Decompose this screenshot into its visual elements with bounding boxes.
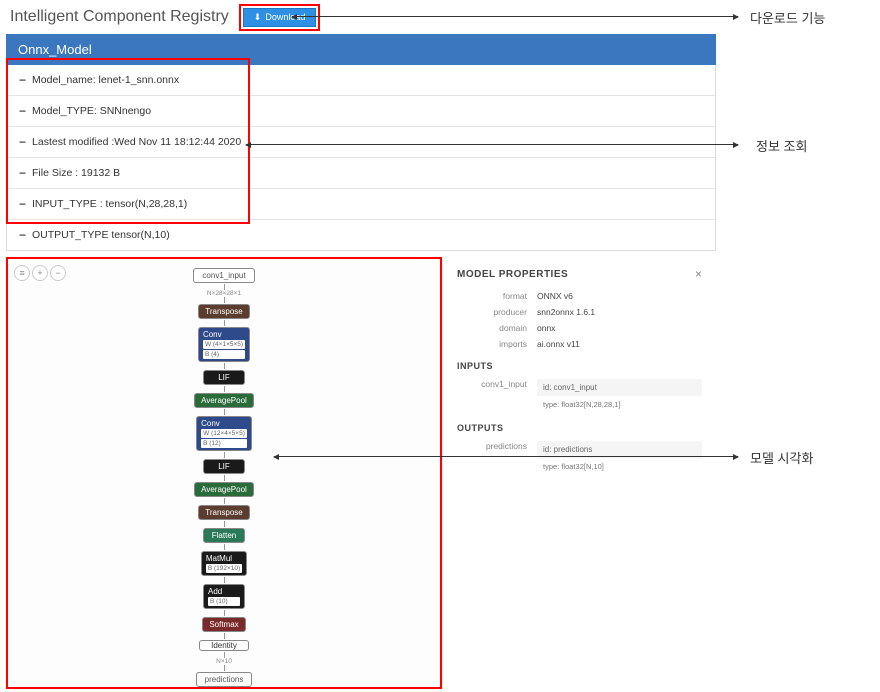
info-file-size: −File Size : 19132 B xyxy=(7,158,715,189)
info-model-name: −Model_name: lenet-1_snn.onnx xyxy=(7,65,715,96)
node-lif2[interactable]: LIF xyxy=(203,459,245,474)
menu-icon[interactable]: ≡ xyxy=(14,265,30,281)
minus-icon: − xyxy=(19,135,26,149)
node-input[interactable]: conv1_input xyxy=(193,268,254,283)
info-text: Model_TYPE: SNNnengo xyxy=(32,105,151,117)
node-output[interactable]: predictions xyxy=(196,672,253,687)
zoom-out-icon[interactable]: − xyxy=(50,265,66,281)
annotation-viz: 모델 시각화 xyxy=(750,448,813,467)
prop-label: domain xyxy=(457,323,537,333)
page-title: Intelligent Component Registry xyxy=(0,0,239,34)
inputs-section: INPUTS xyxy=(457,361,702,371)
minus-icon: − xyxy=(19,104,26,118)
input-type: type: float32[N,28,28,1] xyxy=(537,398,702,411)
node-softmax[interactable]: Softmax xyxy=(202,617,245,632)
info-text: Lastest modified :Wed Nov 11 18:12:44 20… xyxy=(32,136,241,148)
node-avgpool2[interactable]: AveragePool xyxy=(194,482,254,497)
prop-label: imports xyxy=(457,339,537,349)
node-matmul[interactable]: MatMulB (192×10) xyxy=(201,551,247,576)
zoom-in-icon[interactable]: + xyxy=(32,265,48,281)
node-conv2[interactable]: ConvW (12×4×5×5)B (12) xyxy=(196,416,252,451)
input-id: id: conv1_input xyxy=(537,379,702,396)
properties-panel: MODEL PROPERTIES × formatONNX v6 produce… xyxy=(442,257,716,689)
prop-label: conv1_input xyxy=(457,379,537,411)
minus-icon: − xyxy=(19,197,26,211)
close-icon[interactable]: × xyxy=(695,267,702,281)
minus-icon: − xyxy=(19,228,26,242)
prop-label: producer xyxy=(457,307,537,317)
model-header: Onnx_Model xyxy=(6,34,716,65)
info-list: −Model_name: lenet-1_snn.onnx −Model_TYP… xyxy=(6,65,716,251)
info-text: File Size : 19132 B xyxy=(32,167,120,179)
prop-value: ONNX v6 xyxy=(537,291,702,301)
annotation-arrow xyxy=(292,16,738,17)
prop-value: snn2onnx 1.6.1 xyxy=(537,307,702,317)
prop-value: onnx xyxy=(537,323,702,333)
prop-label: predictions xyxy=(457,441,537,473)
annotation-info: 정보 조회 xyxy=(756,136,807,155)
prop-value: ai.onnx v11 xyxy=(537,339,702,349)
minus-icon: − xyxy=(19,166,26,180)
annotation-arrow xyxy=(274,456,738,457)
node-lif1[interactable]: LIF xyxy=(203,370,245,385)
download-button[interactable]: ⬇ Download xyxy=(243,8,317,27)
info-text: OUTPUT_TYPE tensor(N,10) xyxy=(32,229,170,241)
download-label: Download xyxy=(265,12,305,22)
node-conv1[interactable]: ConvW (4×1×5×5)B (4) xyxy=(198,327,250,362)
output-type: type: float32[N,10] xyxy=(537,460,702,473)
minus-icon: − xyxy=(19,73,26,87)
node-add[interactable]: AddB (10) xyxy=(203,584,245,609)
prop-label: format xyxy=(457,291,537,301)
annotation-arrow xyxy=(246,144,738,145)
graph-panel[interactable]: ≡ + − conv1_input N×28×28×1 Transpose Co… xyxy=(6,257,442,689)
node-transpose2[interactable]: Transpose xyxy=(198,505,250,520)
info-text: INPUT_TYPE : tensor(N,28,28,1) xyxy=(32,198,187,210)
download-icon: ⬇ xyxy=(254,12,262,23)
outputs-section: OUTPUTS xyxy=(457,423,702,433)
edge-label: N×10 xyxy=(216,658,232,665)
node-avgpool1[interactable]: AveragePool xyxy=(194,393,254,408)
annotation-download: 다운로드 기능 xyxy=(750,8,825,27)
node-identity[interactable]: Identity xyxy=(199,640,249,651)
node-transpose[interactable]: Transpose xyxy=(198,304,250,319)
graph-flow: conv1_input N×28×28×1 Transpose ConvW (4… xyxy=(8,259,440,688)
info-text: Model_name: lenet-1_snn.onnx xyxy=(32,74,179,86)
info-model-type: −Model_TYPE: SNNnengo xyxy=(7,96,715,127)
node-flatten[interactable]: Flatten xyxy=(203,528,245,543)
info-modified: −Lastest modified :Wed Nov 11 18:12:44 2… xyxy=(7,127,715,158)
info-input-type: −INPUT_TYPE : tensor(N,28,28,1) xyxy=(7,189,715,220)
properties-title: MODEL PROPERTIES xyxy=(457,269,568,280)
info-output-type: −OUTPUT_TYPE tensor(N,10) xyxy=(7,220,715,250)
edge-label: N×28×28×1 xyxy=(207,290,241,297)
